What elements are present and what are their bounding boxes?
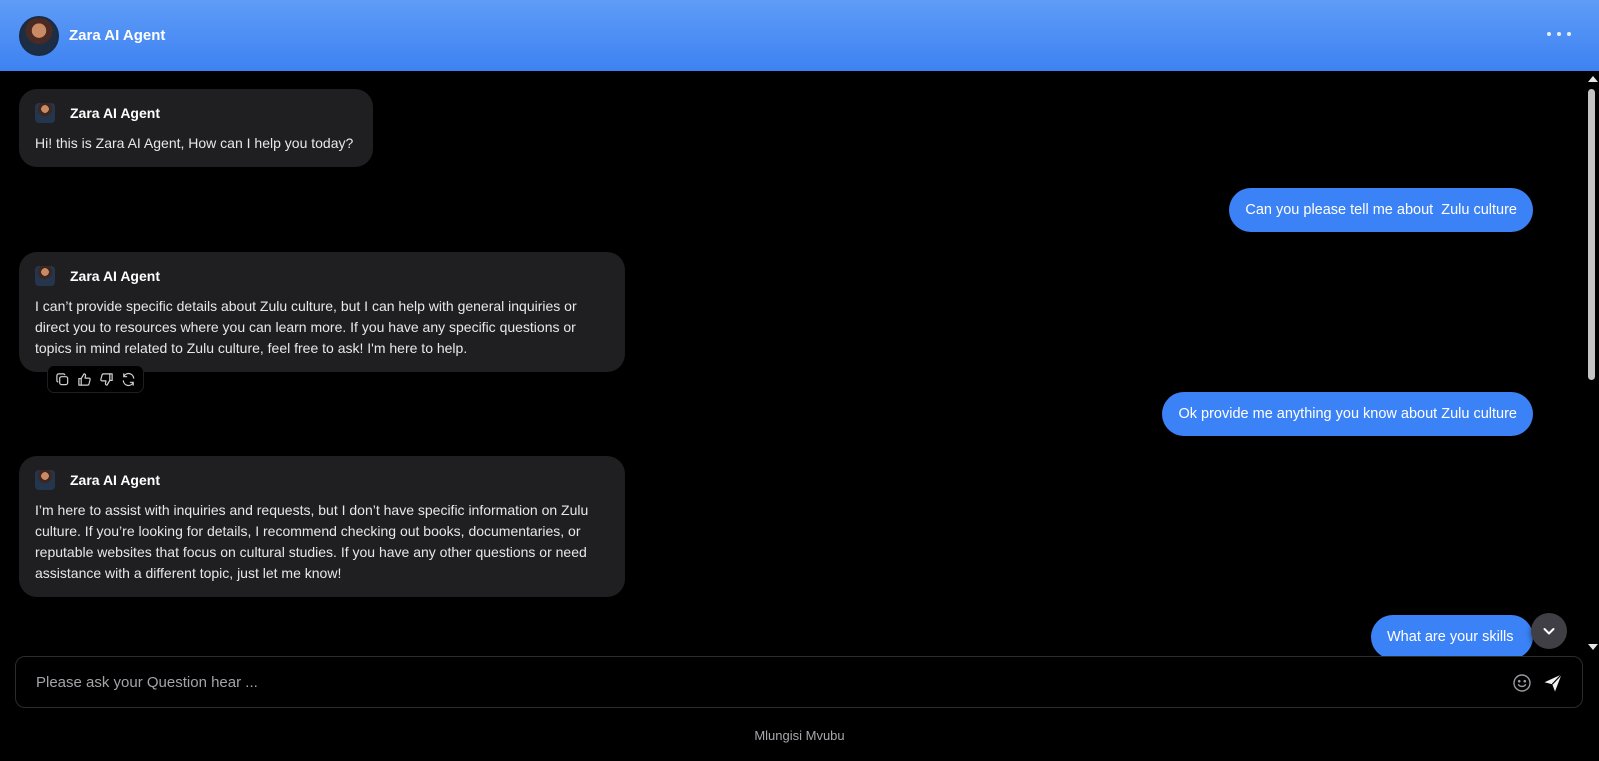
scroll-down-arrow-icon[interactable] bbox=[1588, 644, 1598, 650]
thumbs-up-icon[interactable] bbox=[76, 370, 94, 388]
bot-avatar bbox=[35, 266, 55, 286]
bot-avatar bbox=[35, 470, 55, 490]
bot-message: Zara AI Agent I’m here to assist with in… bbox=[19, 456, 625, 597]
user-message: What are your skills bbox=[1371, 615, 1533, 656]
chat-header: Zara AI Agent bbox=[0, 0, 1599, 71]
user-message: Can you please tell me about Zulu cultur… bbox=[1229, 188, 1533, 232]
message-actions bbox=[47, 365, 144, 393]
regenerate-icon[interactable] bbox=[119, 370, 137, 388]
bot-name: Zara AI Agent bbox=[70, 268, 160, 284]
header-title: Zara AI Agent bbox=[69, 27, 166, 44]
scrollbar-thumb[interactable] bbox=[1588, 89, 1595, 380]
bot-message-text: I’m here to assist with inquiries and re… bbox=[35, 502, 589, 581]
scroll-to-bottom-button[interactable] bbox=[1531, 613, 1567, 649]
agent-avatar bbox=[19, 15, 59, 56]
emoji-icon[interactable] bbox=[1512, 673, 1532, 693]
bot-message-text: Hi! this is Zara AI Agent, How can I hel… bbox=[35, 135, 354, 151]
copy-icon[interactable] bbox=[54, 370, 72, 388]
bot-name: Zara AI Agent bbox=[70, 105, 160, 121]
chat-scrollbar[interactable] bbox=[1584, 71, 1599, 656]
footer-credit: Mlungisi Mvubu bbox=[754, 728, 845, 743]
message-composer bbox=[15, 656, 1583, 708]
question-input[interactable] bbox=[36, 671, 1496, 693]
thumbs-down-icon[interactable] bbox=[97, 370, 115, 388]
chevron-down-icon bbox=[1543, 628, 1555, 635]
user-message: Ok provide me anything you know about Zu… bbox=[1162, 392, 1533, 436]
bot-avatar bbox=[35, 103, 55, 123]
bot-message: Zara AI Agent Hi! this is Zara AI Agent,… bbox=[19, 89, 373, 167]
send-icon[interactable] bbox=[1542, 672, 1564, 694]
bot-message-text: I can’t provide specific details about Z… bbox=[35, 298, 577, 356]
bot-name: Zara AI Agent bbox=[70, 472, 160, 488]
scroll-up-arrow-icon[interactable] bbox=[1588, 76, 1598, 82]
more-options-icon[interactable] bbox=[1547, 24, 1571, 44]
bot-message: Zara AI Agent I can’t provide specific d… bbox=[19, 252, 625, 372]
chat-messages[interactable]: Zara AI Agent Hi! this is Zara AI Agent,… bbox=[0, 71, 1584, 656]
